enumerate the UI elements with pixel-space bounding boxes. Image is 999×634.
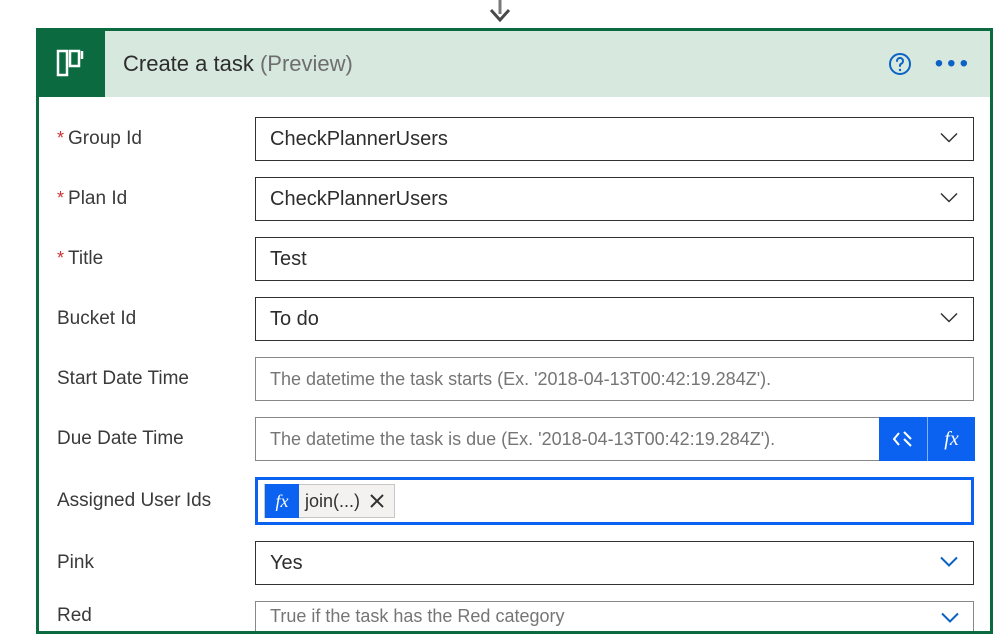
- card-title: Create a task (Preview): [105, 51, 353, 77]
- chevron-down-icon: [939, 188, 959, 211]
- action-card: Create a task (Preview) ••• *Group Id Ch…: [36, 28, 993, 634]
- due-date-input[interactable]: The datetime the task is due (Ex. '2018-…: [255, 417, 974, 461]
- label-title: *Title: [55, 248, 255, 270]
- dynamic-content-button[interactable]: [879, 417, 927, 461]
- form-body: *Group Id CheckPlannerUsers *Plan Id Che…: [39, 97, 990, 631]
- bucket-id-value: To do: [270, 308, 319, 331]
- label-group-id: *Group Id: [55, 128, 255, 150]
- plan-id-value: CheckPlannerUsers: [270, 188, 448, 211]
- more-menu-button[interactable]: •••: [927, 50, 980, 78]
- label-plan-id: *Plan Id: [55, 188, 255, 210]
- preview-tag: (Preview): [260, 51, 353, 76]
- pink-value: Yes: [270, 552, 303, 575]
- label-start-date: Start Date Time: [55, 368, 255, 390]
- start-date-placeholder: The datetime the task starts (Ex. '2018-…: [270, 369, 771, 390]
- remove-token-icon[interactable]: [366, 490, 388, 512]
- planner-icon: [39, 31, 105, 97]
- expression-token[interactable]: fx join(...): [264, 484, 395, 518]
- label-red: Red: [55, 605, 255, 627]
- bucket-id-select[interactable]: To do: [255, 297, 974, 341]
- help-icon[interactable]: [887, 51, 913, 77]
- fx-icon: fx: [265, 484, 299, 518]
- label-pink: Pink: [55, 552, 255, 574]
- group-id-select[interactable]: CheckPlannerUsers: [255, 117, 974, 161]
- group-id-value: CheckPlannerUsers: [270, 128, 448, 151]
- assigned-user-ids-input[interactable]: fx join(...): [255, 477, 974, 525]
- plan-id-select[interactable]: CheckPlannerUsers: [255, 177, 974, 221]
- expression-button[interactable]: fx: [927, 417, 975, 461]
- token-text: join(...): [305, 491, 360, 512]
- chevron-down-icon: [940, 609, 960, 630]
- title-value: Test: [270, 248, 307, 271]
- chevron-down-icon: [939, 308, 959, 331]
- label-bucket-id: Bucket Id: [55, 308, 255, 330]
- chevron-down-icon: [939, 552, 959, 575]
- red-select[interactable]: True if the task has the Red category: [255, 601, 974, 631]
- action-name: Create a task: [123, 51, 254, 76]
- label-due-date: Due Date Time: [55, 428, 255, 450]
- chevron-down-icon: [939, 128, 959, 151]
- start-date-input[interactable]: The datetime the task starts (Ex. '2018-…: [255, 357, 974, 401]
- due-date-placeholder: The datetime the task is due (Ex. '2018-…: [270, 429, 775, 450]
- flow-arrow-down-icon: [485, 0, 515, 30]
- label-assigned-users: Assigned User Ids: [55, 490, 255, 512]
- title-input[interactable]: Test: [255, 237, 974, 281]
- card-header[interactable]: Create a task (Preview) •••: [39, 31, 990, 97]
- pink-select[interactable]: Yes: [255, 541, 974, 585]
